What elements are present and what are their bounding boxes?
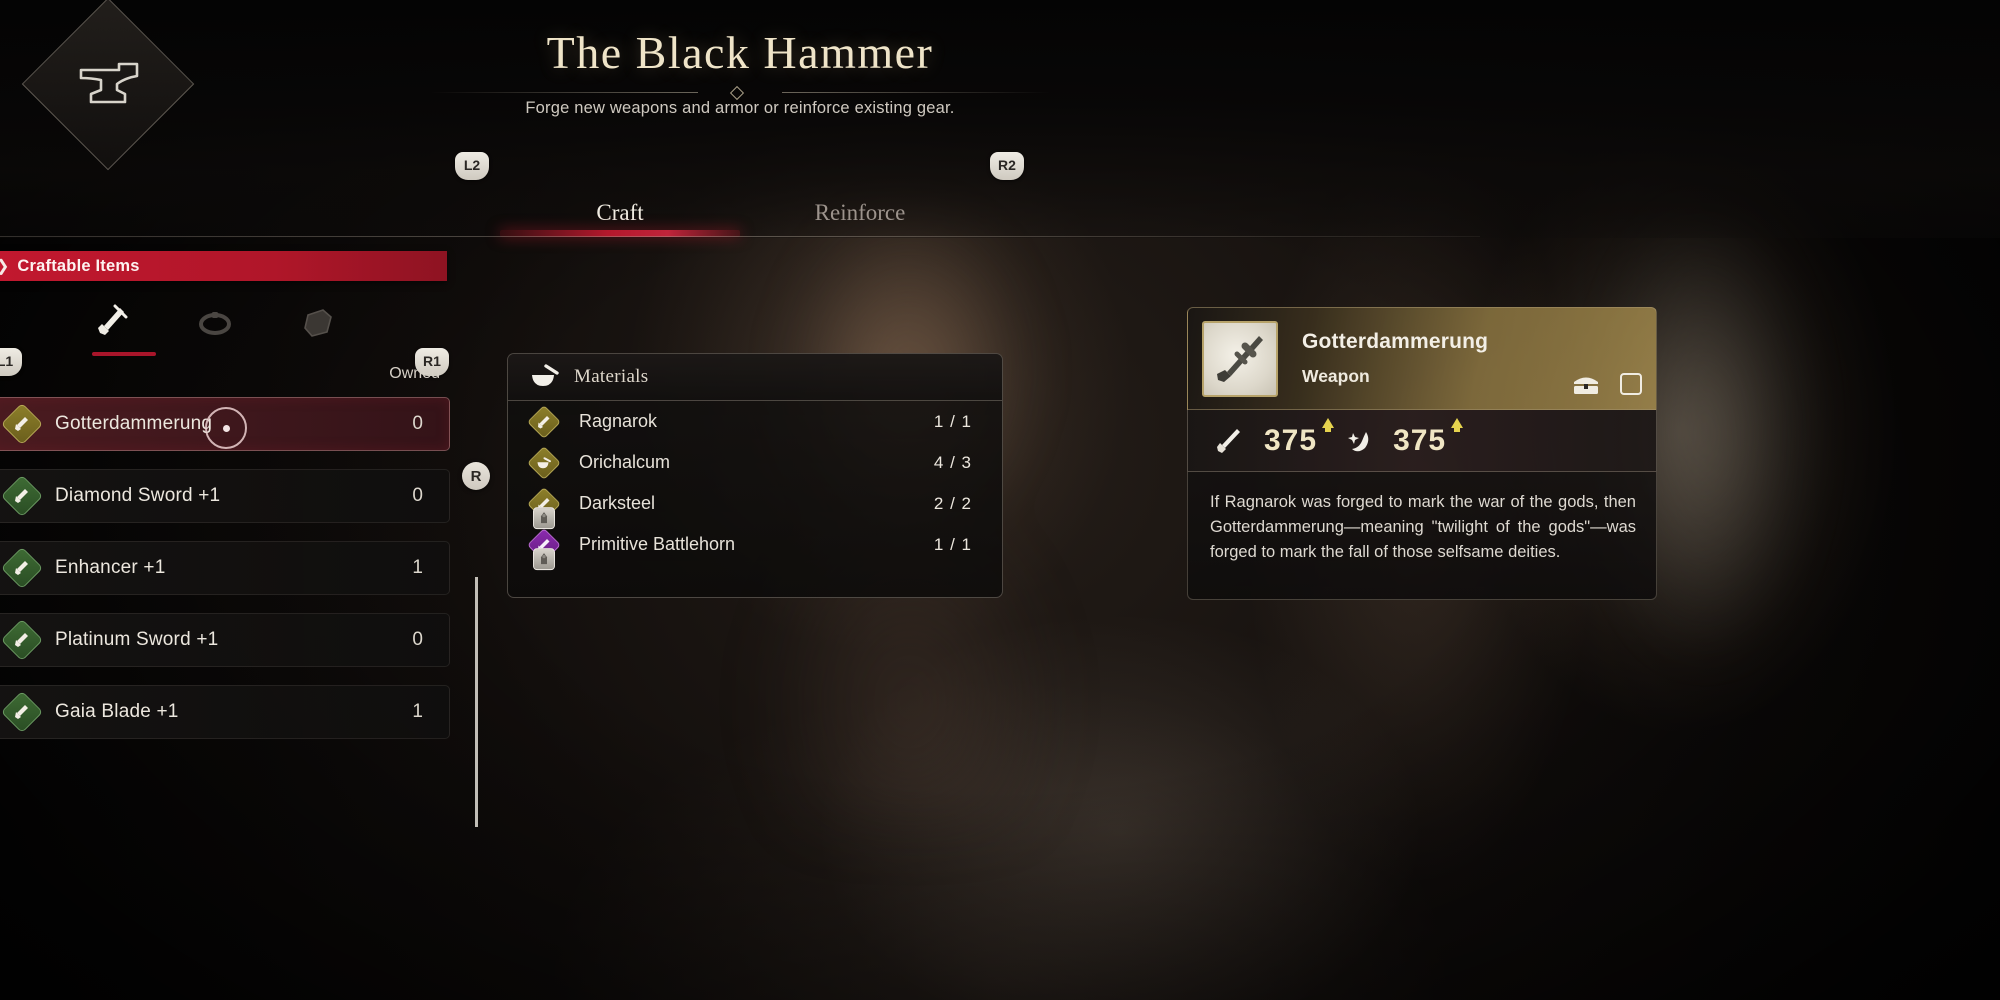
filter-tab-accessories[interactable] <box>183 299 247 347</box>
material-row[interactable]: Darksteel 2 / 2 <box>508 483 1002 529</box>
material-row[interactable]: Orichalcum 4 / 3 <box>508 442 1002 483</box>
craftable-items-panel: ❯ Craftable Items L1 R1 Owned <box>0 247 478 1000</box>
header-baseline-rule <box>0 236 1480 237</box>
item-name: Enhancer +1 <box>55 557 166 578</box>
material-source-badge-icon <box>533 506 555 529</box>
filter-tab-armor[interactable] <box>286 299 350 347</box>
material-name: Ragnarok <box>579 411 658 431</box>
craftable-items-label: Craftable Items <box>17 256 140 275</box>
item-stats-row: 375 375 <box>1187 410 1657 472</box>
material-quantity: 2 / 2 <box>933 493 972 513</box>
item-rarity-diamond <box>0 618 44 662</box>
sword-icon <box>98 304 128 335</box>
materials-header: Materials <box>508 354 1002 401</box>
page-subtitle: Forge new weapons and armor or reinforce… <box>525 99 955 117</box>
material-name: Darksteel <box>579 493 656 513</box>
material-rarity-diamond <box>527 445 561 480</box>
item-storage-count <box>1620 373 1642 395</box>
sword-icon <box>15 705 28 719</box>
ring-icon <box>199 312 231 335</box>
material-name: Orichalcum <box>579 452 671 472</box>
filter-tab-weapons[interactable] <box>80 299 156 356</box>
item-rarity-diamond <box>0 546 44 590</box>
owned-column-header: Owned <box>389 365 440 382</box>
stat-up-arrow-icon <box>1322 417 1335 432</box>
material-row[interactable]: Primitive Battlehorn 1 / 1 <box>508 524 1002 570</box>
item-description-text: If Ragnarok was forged to mark the war o… <box>1210 493 1636 561</box>
page-header: The Black Hammer Forge new weapons and a… <box>0 0 2000 238</box>
item-name: Gaia Blade +1 <box>55 701 179 722</box>
item-owned-count: 0 <box>412 485 423 506</box>
material-row[interactable]: Ragnarok 1 / 1 <box>508 401 1002 442</box>
bumper-badge-r2[interactable]: R2 <box>990 152 1024 180</box>
list-item[interactable]: Gotterdammerung 0 <box>0 397 450 451</box>
item-rarity-diamond <box>0 474 44 518</box>
tab-reinforce[interactable]: Reinforce <box>740 190 980 236</box>
item-rarity-diamond <box>0 690 44 734</box>
sword-icon <box>15 489 28 503</box>
material-quantity: 1 / 1 <box>933 534 972 554</box>
material-rarity-diamond <box>527 486 561 529</box>
item-owned-count: 0 <box>412 629 423 650</box>
stat-magic-value: 375 <box>1393 417 1464 458</box>
item-detail-panel: Gotterdammerung Weapon 375 375 If Ragnar… <box>1187 307 1657 602</box>
sword-icon <box>15 417 28 431</box>
item-owned-count: 1 <box>412 557 423 578</box>
craftable-item-list: Gotterdammerung 0 Diamond Sword +1 0 Enh… <box>0 397 450 757</box>
mortar-pestle-icon <box>530 364 560 390</box>
list-item[interactable]: Diamond Sword +1 0 <box>0 469 450 523</box>
chest-icon <box>1572 373 1600 395</box>
materials-panel: Materials Ragnarok 1 / 1 Orichalcum 4 / … <box>507 353 1003 598</box>
item-thumbnail <box>1202 320 1278 397</box>
magic-icon <box>1343 426 1373 456</box>
list-scroll-handle[interactable]: R <box>462 462 490 490</box>
armor-icon <box>304 309 332 337</box>
sword-icon <box>538 415 550 428</box>
item-storage-group <box>1572 373 1642 395</box>
stat-up-arrow-icon <box>1451 417 1464 432</box>
greatsword-icon <box>1217 335 1263 382</box>
material-name: Primitive Battlehorn <box>579 534 736 554</box>
list-item[interactable]: Enhancer +1 1 <box>0 541 450 595</box>
divider-diamond-icon <box>729 85 745 101</box>
stat-magic: 375 <box>1317 417 1464 458</box>
materials-title: Materials <box>574 366 649 387</box>
sword-icon <box>15 561 28 575</box>
category-filter-row: L1 R1 <box>0 295 450 376</box>
item-detail-texts: Gotterdammerung Weapon <box>1302 330 1488 387</box>
item-rarity-diamond <box>0 402 44 446</box>
item-description-panel: If Ragnarok was forged to mark the war o… <box>1187 472 1657 600</box>
material-quantity: 1 / 1 <box>933 411 972 431</box>
list-item[interactable]: Platinum Sword +1 0 <box>0 613 450 667</box>
item-owned-count: 0 <box>412 413 423 434</box>
stat-attack: 375 <box>1188 417 1335 458</box>
list-item[interactable]: Gaia Blade +1 1 <box>0 685 450 739</box>
material-rarity-diamond <box>527 404 561 439</box>
item-detail-type: Weapon <box>1302 366 1370 386</box>
divider-line-right <box>782 92 1050 93</box>
sword-icon <box>15 633 28 647</box>
divider-line-left <box>430 92 698 93</box>
chevron-right-icon: ❯ <box>0 256 9 276</box>
item-detail-card: Gotterdammerung Weapon <box>1187 307 1657 410</box>
list-scrollbar-track[interactable] <box>475 577 478 827</box>
item-name: Platinum Sword +1 <box>55 629 219 650</box>
page-title: The Black Hammer <box>546 27 934 78</box>
sword-icon <box>1214 426 1244 456</box>
bumper-badge-l2[interactable]: L2 <box>455 152 489 180</box>
material-quantity: 4 / 3 <box>933 452 972 472</box>
material-source-badge-icon <box>533 547 555 570</box>
mode-tabbar: Craft Reinforce <box>0 190 1480 238</box>
bumper-badge-l1[interactable]: L1 <box>0 348 22 376</box>
item-detail-name: Gotterdammerung <box>1302 330 1489 353</box>
selection-indicator-icon <box>205 407 247 449</box>
craftable-items-header[interactable]: ❯ Craftable Items <box>0 251 447 281</box>
title-divider <box>430 85 1050 101</box>
item-name: Diamond Sword +1 <box>55 485 221 506</box>
item-owned-count: 1 <box>412 701 423 722</box>
stat-attack-value: 375 <box>1264 417 1335 458</box>
material-rarity-diamond <box>527 527 561 570</box>
mortar-pestle-icon <box>537 456 551 467</box>
